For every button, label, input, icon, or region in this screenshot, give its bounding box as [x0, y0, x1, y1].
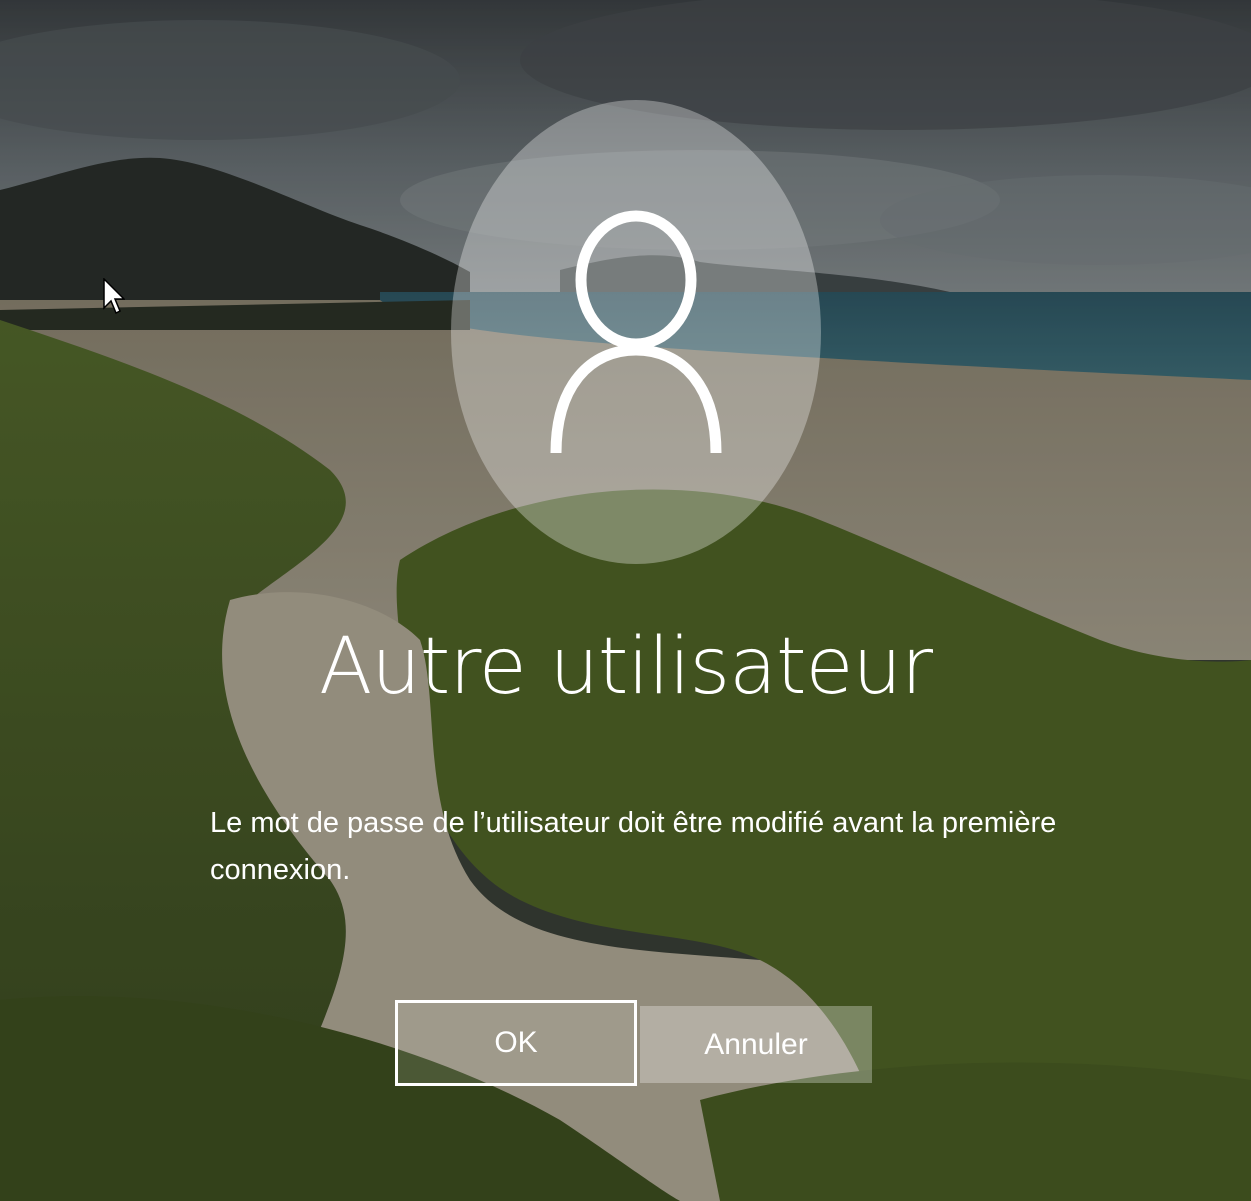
user-avatar	[451, 100, 821, 564]
user-silhouette-icon	[550, 210, 722, 454]
password-change-message: Le mot de passe de l’utilisateur doit êt…	[210, 807, 1057, 886]
ok-button-label: OK	[494, 1026, 538, 1059]
ok-button[interactable]: OK	[395, 1000, 637, 1086]
mouse-pointer-icon	[103, 277, 126, 322]
user-name: Autre utilisateur	[318, 622, 933, 712]
cancel-button[interactable]: Annuler	[640, 1006, 872, 1083]
cancel-button-label: Annuler	[704, 1027, 808, 1061]
